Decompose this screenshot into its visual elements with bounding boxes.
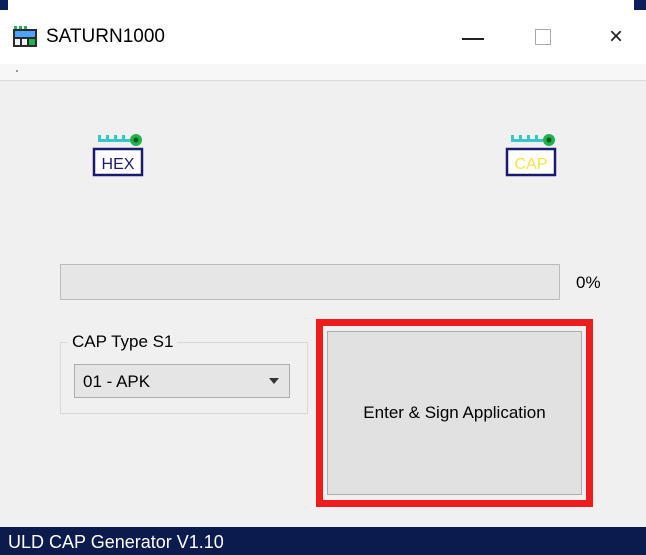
- enter-sign-label: Enter & Sign Application: [363, 403, 546, 422]
- status-text: ULD CAP Generator V1.10: [8, 532, 224, 552]
- close-icon: ×: [608, 23, 623, 50]
- cap-type-label: CAP Type S1: [68, 331, 178, 353]
- menu-grip: [16, 70, 18, 72]
- chevron-down-icon: [269, 378, 279, 384]
- terminal-device-icon: [13, 26, 37, 47]
- hex-file-icon[interactable]: HEX: [92, 133, 146, 181]
- top-strip: [0, 0, 646, 10]
- window-title: SATURN1000: [46, 26, 165, 47]
- maximize-icon: [535, 29, 551, 45]
- progress-percent: 0%: [576, 273, 601, 292]
- cap-file-icon[interactable]: CAP: [505, 133, 559, 181]
- cap-type-value: 01 - APK: [83, 372, 151, 391]
- top-strip-edge-left: [0, 0, 8, 10]
- cap-type-select[interactable]: 01 - APK: [74, 364, 290, 398]
- enter-sign-button[interactable]: Enter & Sign Application: [327, 331, 582, 495]
- menu-strip: [0, 64, 646, 81]
- minimize-icon: [462, 38, 484, 40]
- minimize-button[interactable]: [445, 10, 501, 64]
- cap-file-label: CAP: [515, 156, 548, 173]
- maximize-button[interactable]: [515, 10, 571, 64]
- progress-bar: [60, 264, 560, 300]
- close-button[interactable]: ×: [588, 10, 644, 64]
- hex-file-label: HEX: [102, 156, 135, 173]
- title-bar: SATURN1000 ×: [0, 10, 646, 64]
- status-bar: ULD CAP Generator V1.10: [0, 527, 646, 555]
- top-strip-edge-right: [634, 0, 646, 10]
